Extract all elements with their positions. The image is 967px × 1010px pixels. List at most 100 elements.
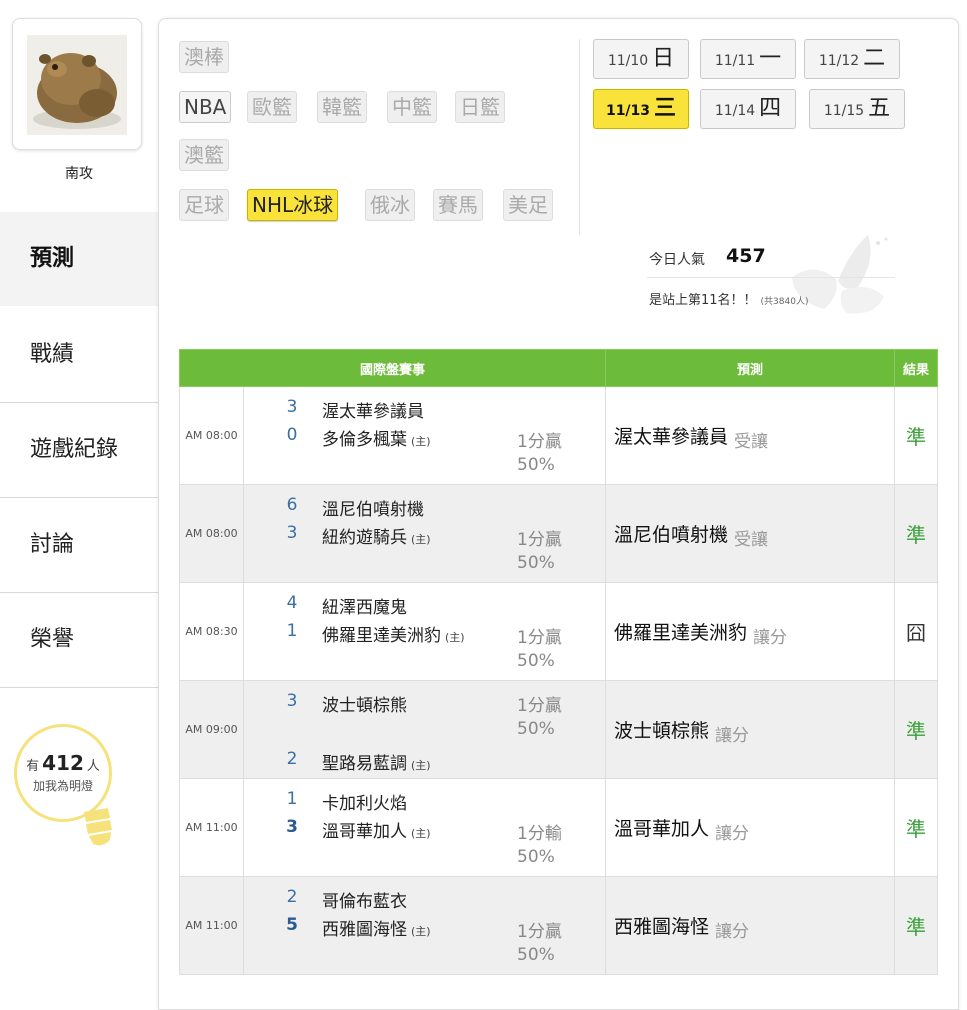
table-row: AM 11:00 2 哥倫布藍衣 5 西雅圖海怪 (主) 1分贏 50% 西雅圖海… xyxy=(179,876,939,975)
nav-label: 預測 xyxy=(30,246,75,271)
game-cell: 3 波士頓棕熊 1分贏 50% 2 聖路易藍調 (主) xyxy=(242,680,607,779)
home-team: 多倫多楓葉 xyxy=(322,430,407,450)
home-team: 溫哥華加人 xyxy=(322,822,407,842)
away-score: 3 xyxy=(286,397,298,417)
table-row: AM 08:00 3 渥太華參議員 0 多倫多楓葉 (主) 1分贏 50% 渥太華… xyxy=(179,386,939,485)
games-table: 國際盤賽事 預測 結果 AM 08:00 3 渥太華參議員 0 多倫多楓葉 (主)… xyxy=(178,349,939,975)
line-percent: 50% xyxy=(517,455,555,475)
home-score: 3 xyxy=(286,523,298,543)
table-header-row: 國際盤賽事 預測 結果 xyxy=(178,349,939,387)
date-button-11-10[interactable]: 11/10 日 xyxy=(593,39,689,79)
prediction-cell: 溫哥華加人 讓分 xyxy=(605,778,896,877)
prediction-type: 讓分 xyxy=(715,922,750,942)
table-row: AM 09:00 3 波士頓棕熊 1分贏 50% 2 聖路易藍調 (主) 波士頓棕… xyxy=(179,680,939,779)
date-button-11-13[interactable]: 11/13 三 xyxy=(593,89,689,129)
line-percent: 50% xyxy=(517,847,555,867)
away-team: 哥倫布藍衣 xyxy=(322,892,407,912)
prediction-cell: 佛羅里達美洲豹 讓分 xyxy=(605,582,896,681)
header-event: 國際盤賽事 xyxy=(178,349,607,387)
date-num: 11/12 xyxy=(818,53,860,69)
nav-item-prediction[interactable]: 預測 xyxy=(0,212,158,306)
date-day: 一 xyxy=(759,46,782,71)
away-team: 溫尼伯噴射機 xyxy=(322,500,424,520)
lightbulb-base-icon xyxy=(84,808,112,846)
away-score: 4 xyxy=(286,593,298,613)
home-mark: (主) xyxy=(411,925,431,938)
sport-tag-japan-basketball[interactable]: 日籃 xyxy=(455,91,505,123)
home-team-line: 佛羅里達美洲豹 (主) xyxy=(322,621,465,646)
nav-item-game-log[interactable]: 遊戲紀錄 xyxy=(0,403,158,498)
date-button-11-12[interactable]: 11/12 二 xyxy=(804,39,900,79)
away-score: 2 xyxy=(286,887,298,907)
game-time: AM 11:00 xyxy=(179,778,244,877)
home-team: 聖路易藍調 xyxy=(322,754,407,774)
away-team: 紐澤西魔鬼 xyxy=(322,598,407,618)
line-percent: 50% xyxy=(517,719,555,739)
prediction-type: 讓分 xyxy=(715,824,750,844)
sport-tag-china-basketball[interactable]: 中籃 xyxy=(387,91,437,123)
sport-tag-nba[interactable]: NBA xyxy=(179,91,232,123)
predicted-team: 佛羅里達美洲豹 xyxy=(614,622,748,644)
away-team: 渥太華參議員 xyxy=(322,402,424,422)
sport-tag-aus-basketball[interactable]: 澳籃 xyxy=(179,139,229,171)
sport-tag-russia-hockey[interactable]: 俄冰 xyxy=(365,189,415,221)
date-button-11-11[interactable]: 11/11 一 xyxy=(700,39,796,79)
date-button-11-15[interactable]: 11/15 五 xyxy=(809,89,905,129)
date-day: 五 xyxy=(868,96,891,121)
date-day: 二 xyxy=(863,46,886,71)
home-mark: (主) xyxy=(445,631,465,644)
header-result: 結果 xyxy=(894,349,939,387)
result: 囧 xyxy=(894,582,939,681)
fans-text: 加我為明燈 xyxy=(32,779,93,793)
away-score: 6 xyxy=(286,495,298,515)
date-num: 11/13 xyxy=(605,103,651,119)
sport-tag-horse-racing[interactable]: 賽馬 xyxy=(433,189,483,221)
sport-tag-soccer[interactable]: 足球 xyxy=(179,189,229,221)
line-percent: 50% xyxy=(517,945,555,965)
nav-item-record[interactable]: 戰績 xyxy=(0,308,158,403)
home-score: 5 xyxy=(286,915,298,935)
sport-tag-korea-basketball[interactable]: 韓籃 xyxy=(317,91,367,123)
game-time: AM 08:00 xyxy=(179,386,244,485)
line-result: 1分贏 xyxy=(517,696,562,716)
away-score: 1 xyxy=(286,789,298,809)
predicted-team: 溫尼伯噴射機 xyxy=(614,524,729,546)
sport-tag-euro-basketball[interactable]: 歐籃 xyxy=(247,91,297,123)
sport-tag-american-football[interactable]: 美足 xyxy=(503,189,553,221)
nav-label: 戰績 xyxy=(30,342,75,367)
rank-total: (共3840人) xyxy=(760,297,809,307)
rank-text-main: 是站上第11名！！ xyxy=(649,293,757,308)
home-team: 紐約遊騎兵 xyxy=(322,528,407,548)
fans-suffix: 人 xyxy=(86,759,100,774)
date-num: 11/14 xyxy=(714,103,756,119)
date-day: 四 xyxy=(759,96,782,121)
line-percent: 50% xyxy=(517,651,555,671)
prediction-type: 受讓 xyxy=(734,530,769,550)
home-team: 佛羅里達美洲豹 xyxy=(322,626,441,646)
sport-tag-nhl[interactable]: NHL冰球 xyxy=(247,189,339,221)
game-cell: 4 紐澤西魔鬼 1 佛羅里達美洲豹 (主) 1分贏 50% xyxy=(242,582,607,681)
home-score: 2 xyxy=(286,749,298,769)
home-mark: (主) xyxy=(411,533,431,546)
fans-prefix: 有 xyxy=(26,759,40,774)
home-team-line: 多倫多楓葉 (主) xyxy=(322,425,431,450)
game-time: AM 08:00 xyxy=(179,484,244,583)
date-button-11-14[interactable]: 11/14 四 xyxy=(700,89,796,129)
prediction-cell: 溫尼伯噴射機 受讓 xyxy=(605,484,896,583)
home-mark: (主) xyxy=(411,759,431,772)
game-cell: 1 卡加利火焰 3 溫哥華加人 (主) 1分輸 50% xyxy=(242,778,607,877)
avatar-frame[interactable] xyxy=(12,18,142,150)
popularity-value: 457 xyxy=(726,245,766,267)
table-row: AM 08:00 6 溫尼伯噴射機 3 紐約遊騎兵 (主) 1分贏 50% 溫尼伯… xyxy=(179,484,939,583)
nav-label: 榮譽 xyxy=(30,627,75,652)
user-name: 南攻 xyxy=(65,166,93,182)
line-result: 1分贏 xyxy=(517,432,562,452)
prediction-type: 讓分 xyxy=(753,628,788,648)
nav-item-honor[interactable]: 榮譽 xyxy=(0,593,158,688)
fans-count: 412 xyxy=(42,751,84,775)
sport-tag-aus-baseball[interactable]: 澳棒 xyxy=(179,41,229,73)
table-row: AM 11:00 1 卡加利火焰 3 溫哥華加人 (主) 1分輸 50% 溫哥華加… xyxy=(179,778,939,877)
header-prediction: 預測 xyxy=(605,349,896,387)
nav-item-discussion[interactable]: 討論 xyxy=(0,498,158,593)
avatar[interactable] xyxy=(27,35,127,135)
